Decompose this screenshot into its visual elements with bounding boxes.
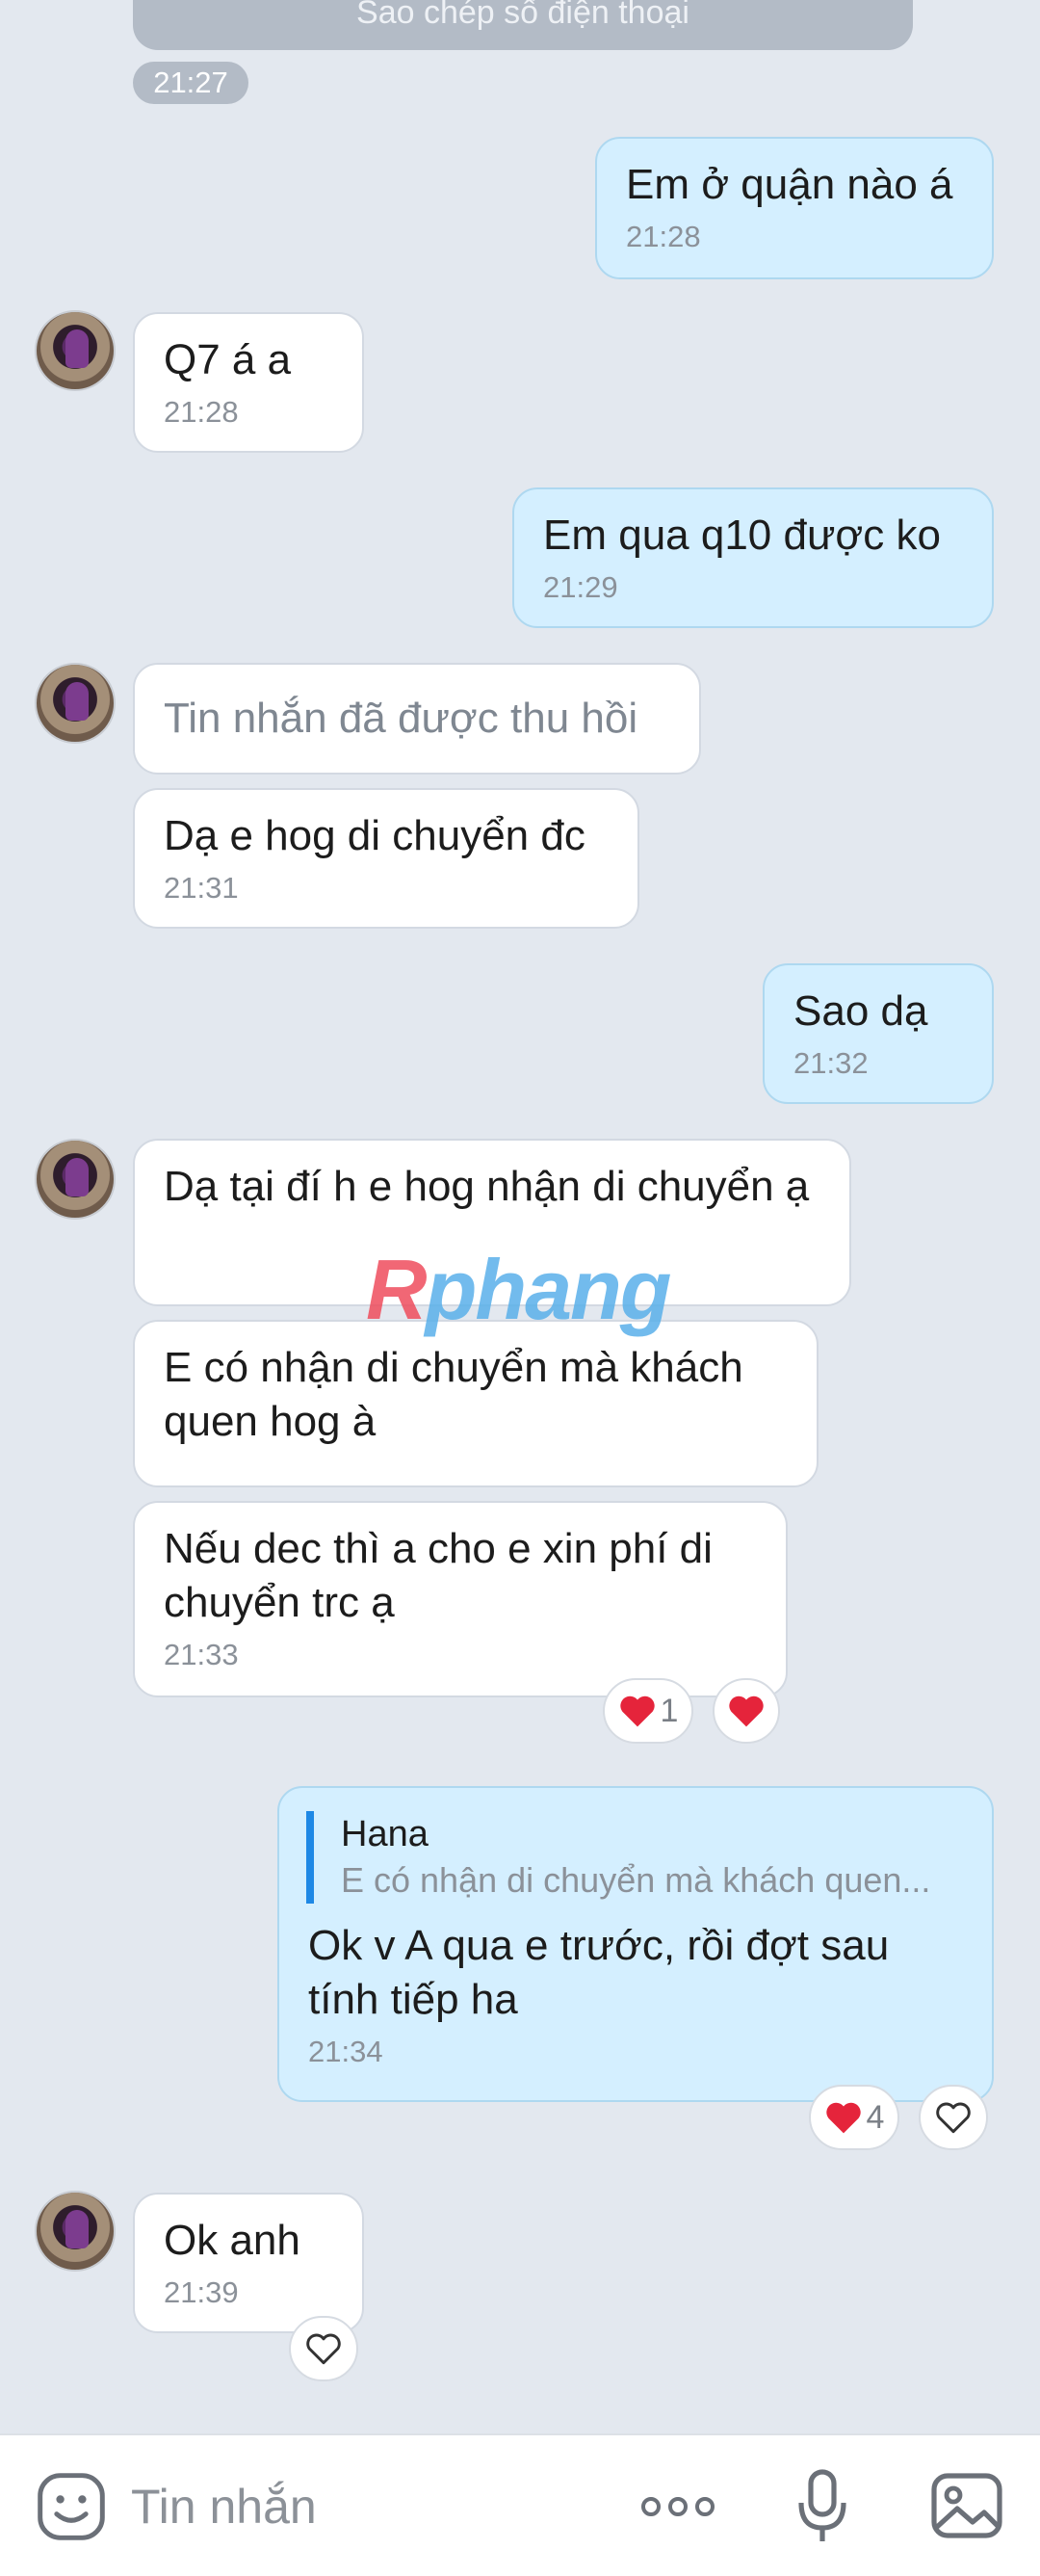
reaction-count: 1 (660, 1692, 679, 1729)
message-text: Em qua q10 được ko (543, 512, 941, 559)
message-bubble-outgoing-reply[interactable]: Hana E có nhận di chuyển mà khách quen..… (277, 1786, 994, 2102)
message-time: 21:34 (308, 2035, 383, 2068)
react-button[interactable] (919, 2085, 988, 2150)
message-bubble-incoming[interactable]: Dạ e hog di chuyển đc 21:31 (133, 788, 639, 929)
heart-icon (729, 1695, 764, 1727)
quoted-text: E có nhận di chuyển mà khách quen... (341, 1860, 931, 1900)
message-time: 21:31 (164, 871, 239, 905)
message-text: Q7 á a (164, 336, 292, 383)
message-time: 21:28 (626, 220, 701, 253)
message-bubble-incoming[interactable]: Q7 á a 21:28 (133, 312, 364, 453)
react-button[interactable] (713, 1678, 780, 1744)
time-divider: 21:27 (133, 62, 248, 104)
message-text: Sao dạ (793, 987, 928, 1035)
image-icon[interactable] (928, 2470, 1005, 2546)
contact-avatar[interactable] (35, 1139, 116, 1220)
quoted-reply[interactable]: Hana E có nhận di chuyển mà khách quen..… (306, 1811, 963, 1904)
microphone-icon[interactable] (795, 2468, 849, 2550)
message-time: 21:39 (164, 2275, 239, 2309)
heart-icon (825, 2102, 861, 2134)
watermark-logo: Rphang (366, 1242, 672, 1337)
message-text: Dạ tại đí h e hog nhận di chuyển ạ (164, 1163, 810, 1210)
reaction-summary[interactable]: 1 (603, 1678, 693, 1744)
message-bubble-incoming[interactable]: Ok anh 21:39 (133, 2193, 364, 2333)
message-text: Ok v A qua e trước, rồi đợt sau tính tiế… (308, 1922, 890, 2023)
message-time: 21:32 (793, 1046, 869, 1080)
message-time: 21:29 (543, 570, 618, 604)
message-bubble-outgoing[interactable]: Em qua q10 được ko 21:29 (512, 487, 994, 628)
message-bubble-incoming[interactable]: Nếu dec thì a cho e xin phí di chuyển tr… (133, 1501, 788, 1697)
message-time: 21:28 (164, 395, 239, 429)
message-text: Ok anh (164, 2217, 300, 2264)
message-input[interactable]: Tin nhắn (131, 2478, 317, 2536)
contact-avatar[interactable] (35, 663, 116, 744)
message-bubble-outgoing[interactable]: Sao dạ 21:32 (763, 963, 994, 1104)
heart-icon (619, 1695, 655, 1727)
contact-avatar[interactable] (35, 310, 116, 391)
message-bubble-incoming[interactable]: E có nhận di chuyển mà khách quen hog à (133, 1320, 819, 1487)
message-text: Nếu dec thì a cho e xin phí di chuyển tr… (164, 1525, 713, 1626)
message-text: Tin nhắn đã được thu hồi (164, 695, 638, 742)
reaction-count: 4 (866, 2098, 885, 2136)
heart-outline-icon (936, 2102, 971, 2134)
reaction-summary[interactable]: 4 (809, 2085, 899, 2150)
react-button[interactable] (289, 2316, 358, 2381)
message-text: Dạ e hog di chuyển đc (164, 812, 585, 859)
message-bubble-outgoing[interactable]: Em ở quận nào á 21:28 (595, 137, 994, 279)
composer-bar: Tin nhắn (0, 2433, 1040, 2576)
heart-outline-icon (306, 2333, 341, 2365)
copy-phone-label: Sao chép số điện thoại (356, 0, 689, 31)
message-text: E có nhận di chuyển mà khách quen hog à (164, 1344, 743, 1445)
contact-avatar[interactable] (35, 2191, 116, 2272)
emoji-icon[interactable] (35, 2470, 108, 2548)
quoted-sender: Hana (341, 1814, 429, 1854)
message-bubble-recalled[interactable]: Tin nhắn đã được thu hồi (133, 663, 701, 775)
message-time: 21:33 (164, 1638, 239, 1671)
more-icon[interactable] (637, 2489, 718, 2529)
message-text: Em ở quận nào á (626, 161, 953, 208)
copy-phone-button[interactable]: Sao chép số điện thoại (133, 0, 913, 50)
